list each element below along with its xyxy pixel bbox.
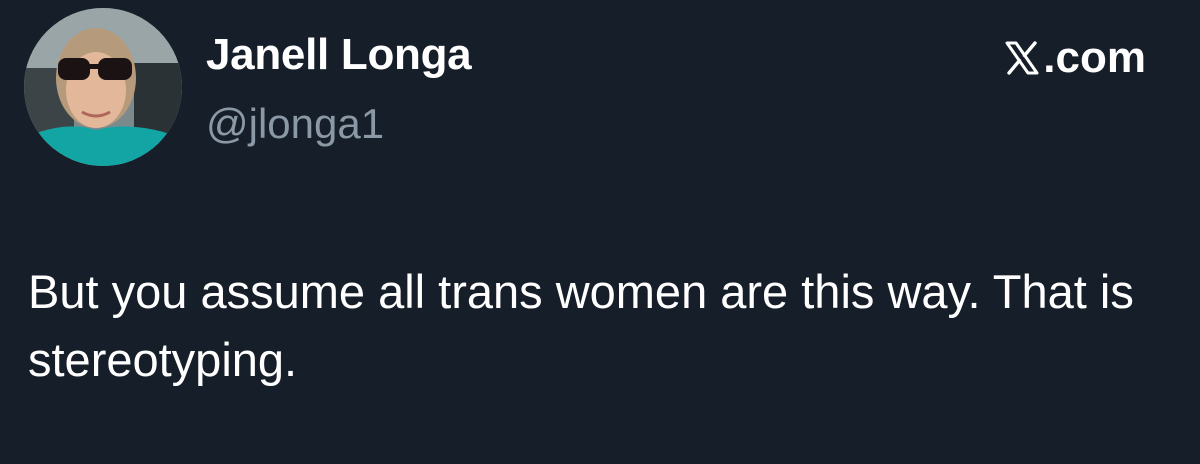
tweet-card: Janell Longa @jlonga1 .com But you assum…: [0, 0, 1200, 464]
brand-logo: .com: [1004, 30, 1146, 86]
display-name[interactable]: Janell Longa: [206, 30, 472, 80]
avatar[interactable]: [24, 8, 182, 166]
tweet-text: But you assume all trans women are this …: [28, 265, 1134, 386]
brand-label: .com: [1043, 33, 1146, 82]
avatar-photo: [24, 8, 182, 166]
handle[interactable]: @jlonga1: [206, 100, 384, 148]
x-logo-icon: [1005, 41, 1039, 75]
